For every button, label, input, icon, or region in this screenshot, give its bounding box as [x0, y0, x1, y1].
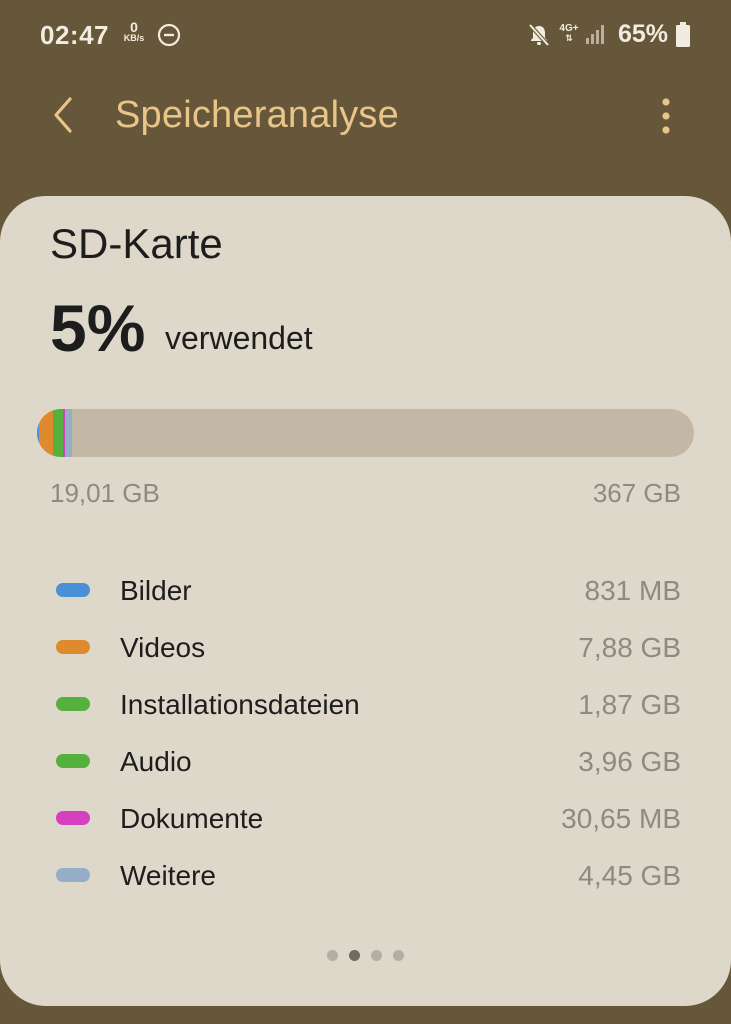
category-row-videos[interactable]: Videos 7,88 GB [0, 618, 731, 675]
category-size: 831 MB [584, 575, 682, 606]
status-bar: 02:47 0 KB/s 4G+ ⇅ 65% [0, 0, 731, 70]
network-speed-value: 0 [130, 19, 138, 35]
category-color-dot [56, 640, 90, 654]
used-storage-amount: 19,01 GB [50, 478, 160, 508]
mute-icon [526, 22, 552, 53]
more-vertical-icon [662, 98, 670, 134]
category-label: Dokumente [120, 803, 264, 834]
category-color-dot [56, 697, 90, 711]
storage-bar-segment [38, 409, 53, 457]
category-row-weitere[interactable]: Weitere 4,45 GB [0, 846, 731, 903]
battery-icon [675, 22, 691, 53]
more-options-button[interactable] [650, 95, 682, 137]
usage-label: verwendet [165, 320, 313, 356]
storage-bar-segment [64, 409, 73, 457]
category-label: Audio [120, 746, 192, 777]
usage-percent: 5% [50, 291, 146, 365]
card-title: SD-Karte [50, 220, 223, 267]
category-color-dot [56, 754, 90, 768]
page-dot[interactable] [327, 950, 338, 961]
signal-icon [584, 23, 606, 50]
network-speed: 0 KB/s [120, 20, 148, 43]
network-speed-unit: KB/s [123, 33, 145, 43]
sd-card-storage-card: SD-Karte 5% verwendet 19,01 GB 367 GB Bi… [0, 196, 731, 1006]
category-size: 30,65 MB [561, 803, 681, 834]
category-color-dot [56, 811, 90, 825]
category-size: 7,88 GB [578, 632, 681, 663]
page-dot[interactable] [371, 950, 382, 961]
status-time: 02:47 [40, 20, 109, 50]
do-not-disturb-icon [157, 23, 181, 52]
category-list: Bilder 831 MB Videos 7,88 GB Installatio… [0, 561, 731, 903]
category-label: Installationsdateien [120, 689, 360, 720]
category-label: Bilder [120, 575, 192, 606]
app-bar: Speicheranalyse [0, 70, 731, 180]
category-color-dot [56, 583, 90, 597]
category-size: 3,96 GB [578, 746, 681, 777]
category-row-audio[interactable]: Audio 3,96 GB [0, 732, 731, 789]
page-indicator [0, 950, 731, 961]
total-storage-amount: 367 GB [592, 478, 681, 508]
chevron-left-icon [54, 97, 72, 133]
category-label: Weitere [120, 860, 216, 891]
category-row-installationsdateien[interactable]: Installationsdateien 1,87 GB [0, 675, 731, 732]
data-arrows-icon: ⇅ [565, 33, 573, 43]
category-size: 1,87 GB [578, 689, 681, 720]
battery-percent: 65% [618, 20, 669, 48]
category-size: 4,45 GB [578, 860, 681, 891]
network-4g-icon: 4G+ ⇅ [557, 24, 581, 44]
category-row-dokumente[interactable]: Dokumente 30,65 MB [0, 789, 731, 846]
category-row-bilder[interactable]: Bilder 831 MB [0, 561, 731, 618]
storage-bar-segment [55, 409, 64, 457]
page-title: Speicheranalyse [115, 94, 399, 136]
back-button[interactable] [46, 95, 86, 135]
storage-usage-bar [37, 409, 694, 457]
category-color-dot [56, 868, 90, 882]
category-label: Videos [120, 632, 206, 663]
page-dot[interactable] [393, 950, 404, 961]
page-dot[interactable] [349, 950, 360, 961]
